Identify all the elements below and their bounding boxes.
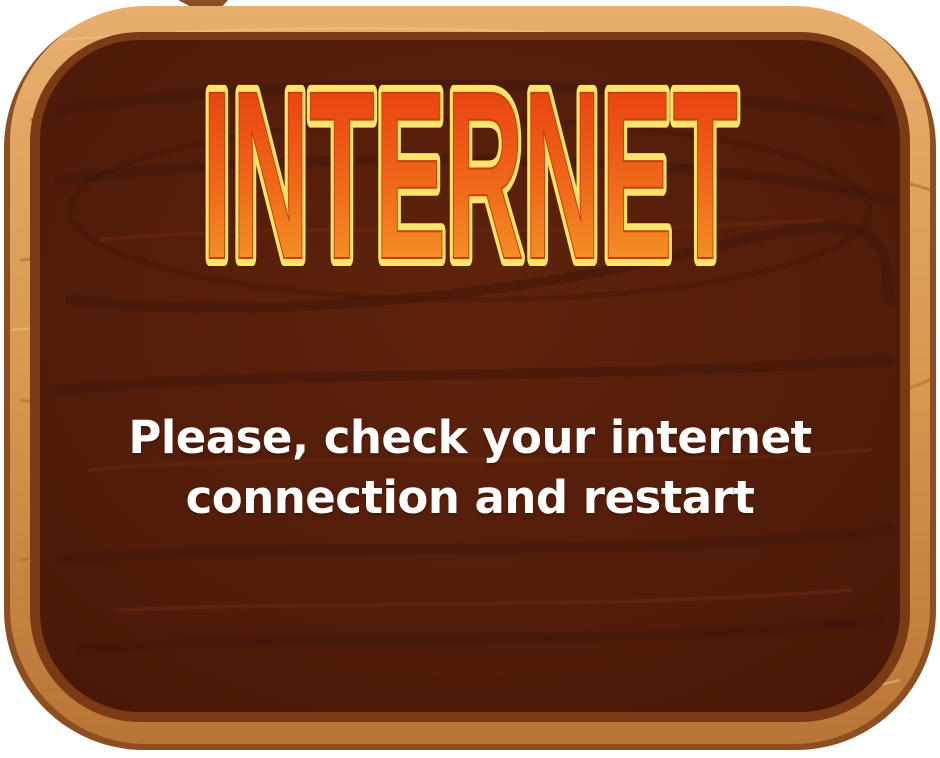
dialog-message: Please, check your internet connection a… [128, 411, 812, 524]
no-internet-dialog: INTERNET INTERNET Please, check your int… [0, 0, 940, 758]
dialog-title-fill: INTERNET [202, 62, 738, 277]
title-logo: INTERNET INTERNET [190, 62, 750, 277]
